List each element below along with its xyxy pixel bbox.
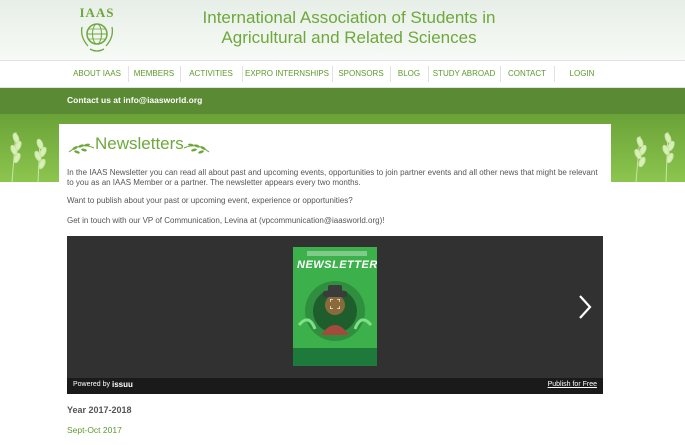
newsletter-link-sept-oct-2017[interactable]: Sept-Oct 2017 <box>67 425 122 435</box>
publish-for-free-link[interactable]: Publish for Free <box>548 381 597 388</box>
wheat-left-icon <box>10 131 47 182</box>
embed-footer: Powered by issuu Publish for Free <box>67 378 603 394</box>
nav-about-iaas[interactable]: About IAAS <box>67 61 127 87</box>
contact-vp-text: Get in touch with our VP of Communicatio… <box>67 216 385 225</box>
cover-footer-strip <box>293 348 377 366</box>
nav-members[interactable]: Members <box>129 61 179 87</box>
nav-blog[interactable]: Blog <box>391 61 427 87</box>
nav-contact[interactable]: Contact <box>501 61 553 87</box>
leaf-right-icon <box>183 143 210 154</box>
iaas-logo[interactable]: IAAS <box>70 5 124 55</box>
site-header: IAAS International Association of Studen… <box>0 0 685 60</box>
cover-title: NEWSLETTER <box>297 259 377 271</box>
publish-question: Want to publish about your past or upcom… <box>67 196 353 205</box>
site-title: International Association of Students in… <box>179 8 519 48</box>
contact-bar: Contact us at info@iaasworld.org <box>0 88 685 114</box>
nav-expro-internships[interactable]: ExPro Internships <box>243 61 331 87</box>
contact-email-text[interactable]: Contact us at info@iaasworld.org <box>67 95 202 105</box>
nav-activities[interactable]: Activities <box>181 61 241 87</box>
nav-study-abroad[interactable]: Study Abroad <box>429 61 499 87</box>
site-title-line2: Agricultural and Related Sciences <box>221 28 477 47</box>
main-content: Newsletters In the IAAS Newsletter you c… <box>59 124 611 445</box>
nav-login[interactable]: Login <box>555 61 609 87</box>
nav-sponsors[interactable]: Sponsors <box>333 61 389 87</box>
intro-paragraph: In the IAAS Newsletter you can read all … <box>67 168 598 187</box>
cover-header-strip <box>307 251 367 256</box>
site-title-line1: International Association of Students in <box>202 8 496 27</box>
next-page-icon[interactable] <box>577 294 593 320</box>
year-heading: Year 2017-2018 <box>67 405 132 415</box>
powered-by-text: Powered by <box>73 381 110 388</box>
cover-illustration <box>297 281 373 341</box>
fullscreen-icon[interactable] <box>330 299 340 309</box>
wheat-right-icon <box>634 131 675 182</box>
issuu-logo[interactable]: issuu <box>112 380 133 389</box>
heading-text: Newsletters <box>95 134 184 153</box>
globe-icon <box>80 23 114 52</box>
main-nav: About IAAS Members Activities ExPro Inte… <box>0 60 685 88</box>
leaf-left-icon <box>68 143 95 154</box>
issuu-embed[interactable]: NEWSLETTER Powered by issuu Publish for … <box>67 236 603 394</box>
